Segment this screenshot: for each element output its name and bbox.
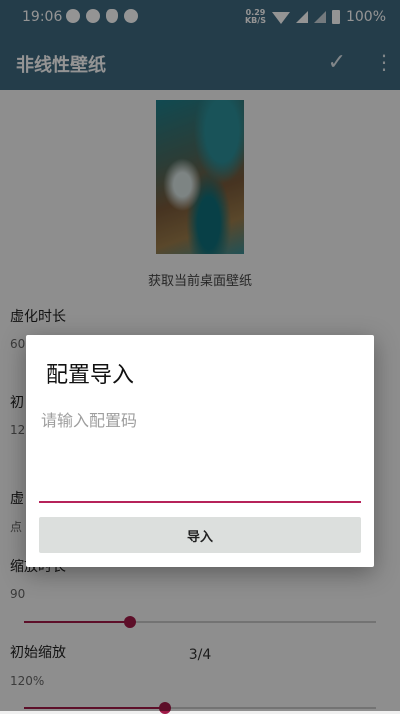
config-import-dialog: 配置导入 导入 [26,335,374,567]
import-button[interactable]: 导入 [39,517,361,553]
dialog-title: 配置导入 [46,363,135,388]
config-code-input[interactable] [39,401,361,503]
